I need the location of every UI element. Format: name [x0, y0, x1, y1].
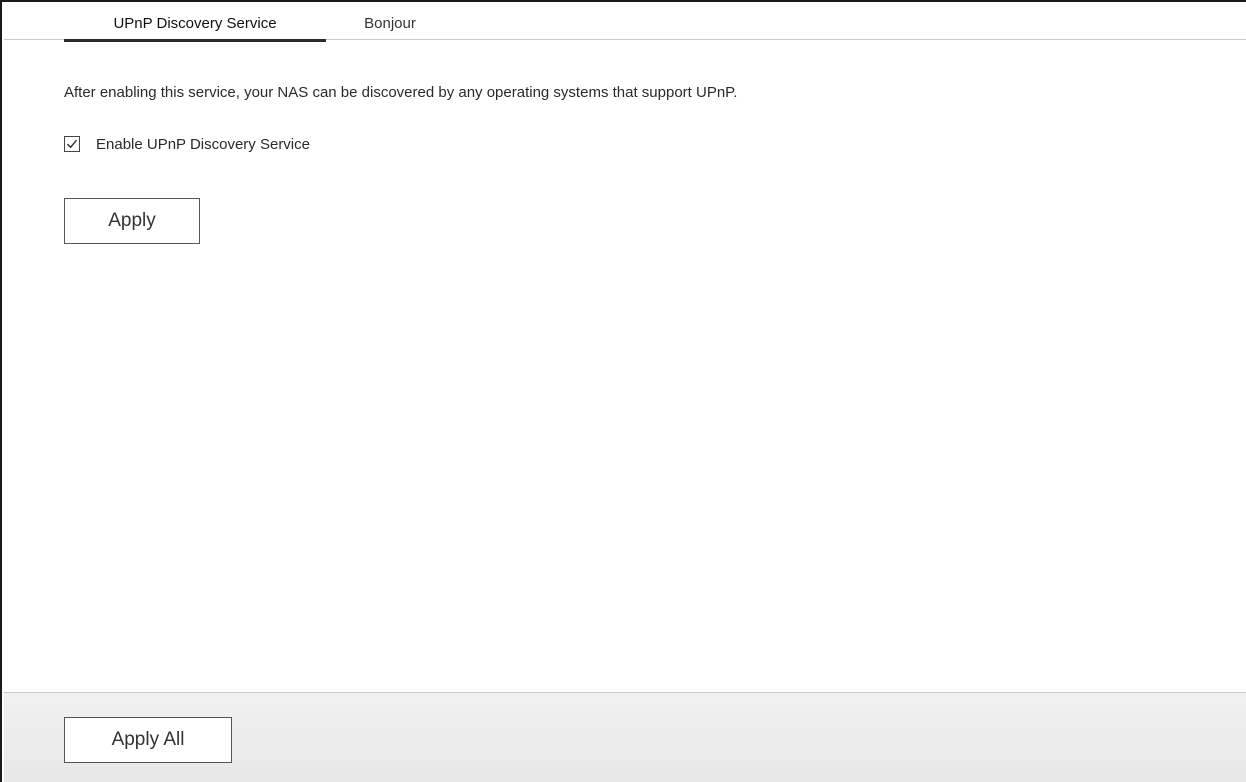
tab-upnp-discovery-service[interactable]: UPnP Discovery Service	[64, 4, 326, 42]
service-description: After enabling this service, your NAS ca…	[64, 84, 738, 101]
apply-button[interactable]: Apply	[64, 198, 200, 244]
enable-upnp-label: Enable UPnP Discovery Service	[96, 135, 310, 153]
dialog-frame: UPnP Discovery Service Bonjour After ena…	[0, 0, 1246, 782]
enable-upnp-row[interactable]: Enable UPnP Discovery Service	[64, 133, 310, 155]
checkmark-icon	[66, 139, 78, 149]
tab-bar: UPnP Discovery Service Bonjour	[4, 4, 1246, 42]
enable-upnp-checkbox[interactable]	[64, 136, 80, 152]
tab-bonjour[interactable]: Bonjour	[354, 4, 426, 40]
apply-all-button[interactable]: Apply All	[64, 717, 232, 763]
